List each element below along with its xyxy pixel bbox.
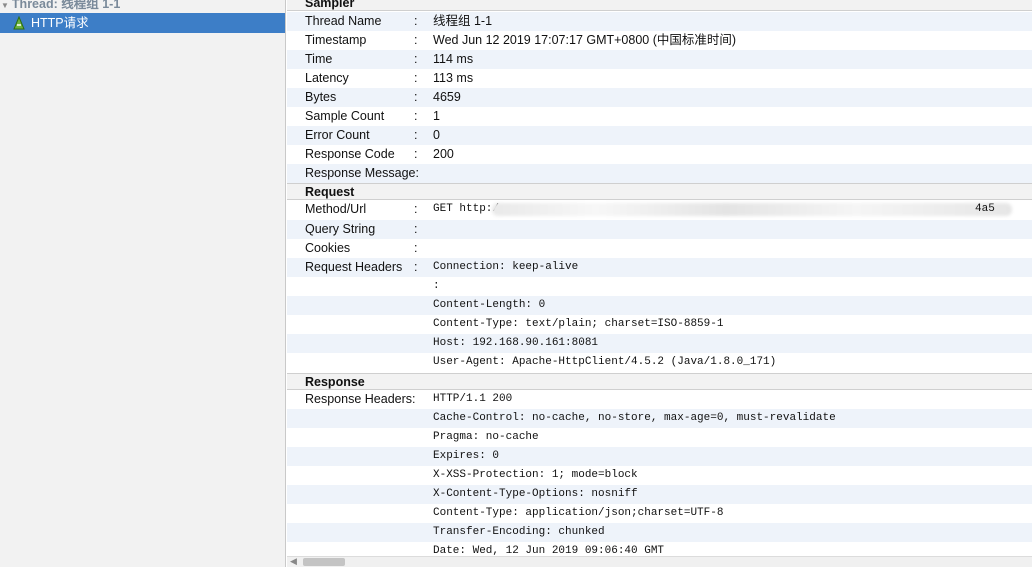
sampler-row: Response Code: 200: [287, 145, 1032, 164]
header-text: :: [433, 280, 440, 292]
sampler-row: Error Count: 0: [287, 126, 1032, 145]
cookies-row: Cookies :: [287, 239, 1032, 258]
header-text: Pragma: no-cache: [433, 431, 539, 443]
field-value: 4659: [433, 90, 461, 104]
header-text: Date: Wed, 12 Jun 2019 09:06:40 GMT: [433, 545, 665, 556]
field-separator: :: [414, 109, 418, 123]
request-header-line: :: [287, 277, 1032, 296]
field-separator: :: [414, 222, 418, 236]
header-text: Expires: 0: [433, 450, 500, 462]
method-url-tail: 4a5: [975, 203, 995, 215]
sampler-row: Timestamp: Wed Jun 12 2019 17:07:17 GMT+0…: [287, 31, 1032, 50]
request-header-line: Content-Length: 0: [287, 296, 1032, 315]
field-label: Response Code: [305, 147, 395, 161]
field-value: 1: [433, 109, 440, 123]
response-header-line: Cache-Control: no-cache, no-store, max-a…: [287, 409, 1032, 428]
field-label: Bytes: [305, 90, 337, 104]
field-label: Latency: [305, 71, 349, 85]
scrollbar-thumb[interactable]: [303, 558, 345, 566]
pipette-icon: [13, 16, 25, 30]
header-text: X-XSS-Protection: 1; mode=block: [433, 469, 638, 481]
header-text: HTTP/1.1 200: [433, 393, 513, 405]
sampler-row: Latency: 113 ms: [287, 69, 1032, 88]
triangle-down-icon[interactable]: ▼: [1, 0, 9, 14]
sampler-row: Response Message:: [287, 164, 1032, 183]
header-text: Cache-Control: no-cache, no-store, max-a…: [433, 412, 836, 424]
header-text: Transfer-Encoding: chunked: [433, 526, 605, 538]
sampler-row: Bytes: 4659: [287, 88, 1032, 107]
sampler-result-panel: Sampler Thread Name: 线程组 1-1 Timestamp: Wed…: [287, 0, 1032, 556]
field-label: Thread Name: [305, 14, 382, 28]
request-header-line: User-Agent: Apache-HttpClient/4.5.2 (Jav…: [287, 353, 1032, 372]
field-label: Query String: [305, 222, 376, 236]
field-label: Response Message:: [305, 166, 419, 180]
tree-root-label: Thread: 线程组 1-1: [11, 0, 121, 11]
field-value: Wed Jun 12 2019 17:07:17 GMT+0800 (中国标准时…: [433, 33, 737, 47]
response-header-line: X-XSS-Protection: 1; mode=block: [287, 466, 1032, 485]
redacted-url: [492, 203, 1012, 216]
response-header-line: X-Content-Type-Options: nosniff: [287, 485, 1032, 504]
header-text: Connection: keep-alive: [433, 261, 579, 273]
response-header-line: HTTP/1.1 200: [287, 390, 1032, 409]
field-separator: :: [414, 14, 418, 28]
header-text: User-Agent: Apache-HttpClient/4.5.2 (Jav…: [433, 356, 777, 368]
response-header-line: Content-Type: application/json;charset=U…: [287, 504, 1032, 523]
tree-root-thread[interactable]: ▼ Thread: 线程组 1-1: [0, 0, 120, 12]
method-url-value: GET http:/: [433, 203, 500, 215]
field-label: Cookies: [305, 241, 351, 255]
sampler-row: Sample Count: 1: [287, 107, 1032, 126]
results-tree-panel: ▼ Thread: 线程组 1-1 HTTP请求: [0, 0, 286, 567]
section-header-response: Response: [287, 373, 1032, 390]
sampler-row: Thread Name: 线程组 1-1: [287, 12, 1032, 31]
section-header-request: Request: [287, 183, 1032, 200]
header-text: Content-Length: 0: [433, 299, 546, 311]
field-value: 0: [433, 128, 440, 142]
request-header-line: Connection: keep-alive: [287, 258, 1032, 277]
horizontal-scrollbar[interactable]: ◀: [287, 556, 1032, 567]
field-label: Timestamp: [305, 33, 367, 47]
header-text: X-Content-Type-Options: nosniff: [433, 488, 638, 500]
field-value: 200: [433, 147, 454, 161]
field-value: 114 ms: [433, 52, 474, 66]
section-header-sampler: Sampler: [287, 0, 1032, 11]
field-label: Method/Url: [305, 202, 367, 216]
arrow-left-icon[interactable]: ◀: [290, 556, 297, 567]
field-separator: :: [414, 128, 418, 142]
response-header-line: Expires: 0: [287, 447, 1032, 466]
request-header-line: Host: 192.168.90.161:8081: [287, 334, 1032, 353]
field-label: Sample Count: [305, 109, 385, 123]
field-separator: :: [414, 202, 418, 216]
response-header-line: Pragma: no-cache: [287, 428, 1032, 447]
query-string-row: Query String :: [287, 220, 1032, 239]
sampler-row: Time: 114 ms: [287, 50, 1032, 69]
method-url-row: Method/Url : GET http:/ 4a5: [287, 200, 1032, 219]
field-separator: :: [414, 147, 418, 161]
field-separator: :: [414, 71, 418, 85]
response-header-line: Date: Wed, 12 Jun 2019 09:06:40 GMT: [287, 542, 1032, 556]
header-text: Host: 192.168.90.161:8081: [433, 337, 599, 349]
field-label: Error Count: [305, 128, 370, 142]
field-separator: :: [414, 33, 418, 47]
header-text: Content-Type: text/plain; charset=ISO-88…: [433, 318, 724, 330]
request-header-line: Content-Type: text/plain; charset=ISO-88…: [287, 315, 1032, 334]
field-value: 113 ms: [433, 71, 474, 85]
field-label: Time: [305, 52, 333, 66]
field-value: 线程组 1-1: [433, 14, 493, 28]
field-separator: :: [414, 90, 418, 104]
field-separator: :: [414, 52, 418, 66]
tree-item-http-request[interactable]: HTTP请求: [0, 13, 285, 33]
tree-item-label: HTTP请求: [31, 16, 89, 30]
field-separator: :: [414, 241, 418, 255]
response-header-line: Transfer-Encoding: chunked: [287, 523, 1032, 542]
header-text: Content-Type: application/json;charset=U…: [433, 507, 724, 519]
